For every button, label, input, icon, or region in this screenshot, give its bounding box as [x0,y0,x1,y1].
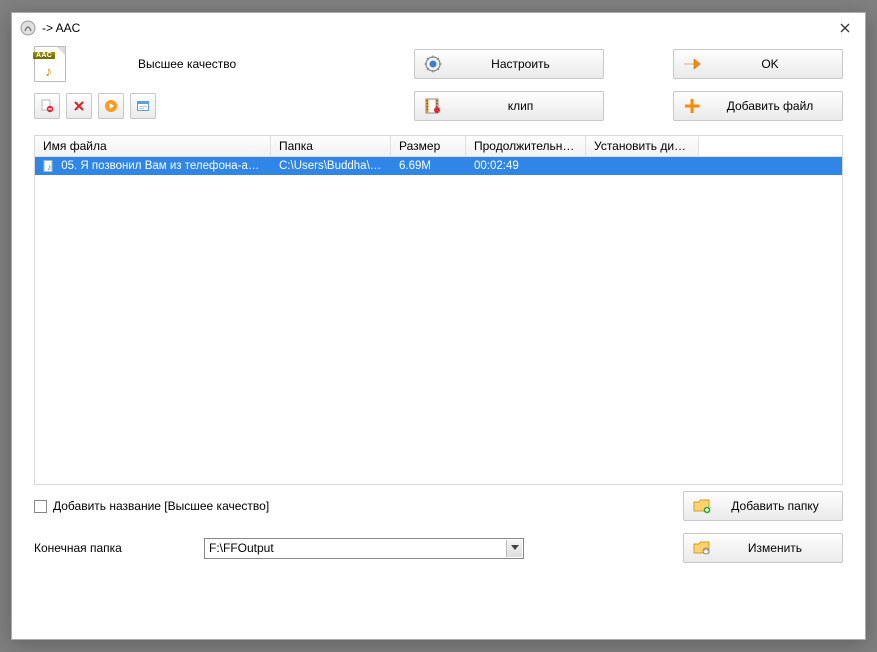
remove-selected-button[interactable] [34,93,60,119]
add-title-label: Добавить название [Высшее качество] [53,499,269,513]
cell-name: 05. Я позвонил Вам из телефона-автом... [61,160,271,172]
cell-size: 6.69M [391,160,466,172]
clear-list-button[interactable] [66,93,92,119]
quality-label: Высшее качество [138,57,236,71]
filmstrip-icon [423,96,443,116]
change-folder-button[interactable]: Изменить [683,533,843,563]
ok-button[interactable]: OK [673,49,843,79]
plus-icon [682,96,702,116]
cell-folder: C:\Users\Buddha\D... [271,160,391,172]
app-icon [20,20,36,36]
bottom-panel: Добавить название [Высшее качество] Доба… [12,485,865,579]
output-folder-combo[interactable]: F:\FFOutput [204,538,524,559]
app-window: -> AAC AAC ♪ Высшее качество [11,12,866,640]
close-button[interactable] [833,16,857,40]
audio-file-icon: ♪ [43,160,55,172]
play-button[interactable] [98,93,124,119]
add-title-checkbox[interactable] [34,500,47,513]
folder-add-icon [692,496,712,516]
titlebar: -> AAC [12,13,865,43]
clip-button[interactable]: клип [414,91,604,121]
col-header-name[interactable]: Имя файла [35,136,271,156]
format-aac-icon: AAC ♪ [34,46,66,82]
file-table: Имя файла Папка Размер Продолжительность… [34,135,843,485]
table-row[interactable]: ♪ 05. Я позвонил Вам из телефона-автом..… [35,157,842,175]
chevron-down-icon[interactable] [506,540,522,557]
output-folder-value: F:\FFOutput [209,541,274,555]
top-section: AAC ♪ Высшее качество [12,43,865,127]
window-title: -> AAC [42,21,80,35]
small-toolbar [34,93,156,119]
arrow-right-icon [682,54,702,74]
add-file-button[interactable]: Добавить файл [673,91,843,121]
folder-open-icon [692,538,712,558]
col-header-size[interactable]: Размер [391,136,466,156]
col-header-range[interactable]: Установить диапа... [586,136,699,156]
add-folder-button[interactable]: Добавить папку [683,491,843,521]
cell-duration: 00:02:49 [466,160,586,172]
col-header-folder[interactable]: Папка [271,136,391,156]
output-folder-label: Конечная папка [34,541,204,555]
col-header-duration[interactable]: Продолжительность [466,136,586,156]
table-header: Имя файла Папка Размер Продолжительность… [35,136,842,157]
info-button[interactable] [130,93,156,119]
gear-icon [423,54,443,74]
svg-text:♪: ♪ [47,162,52,172]
configure-button[interactable]: Настроить [414,49,604,79]
